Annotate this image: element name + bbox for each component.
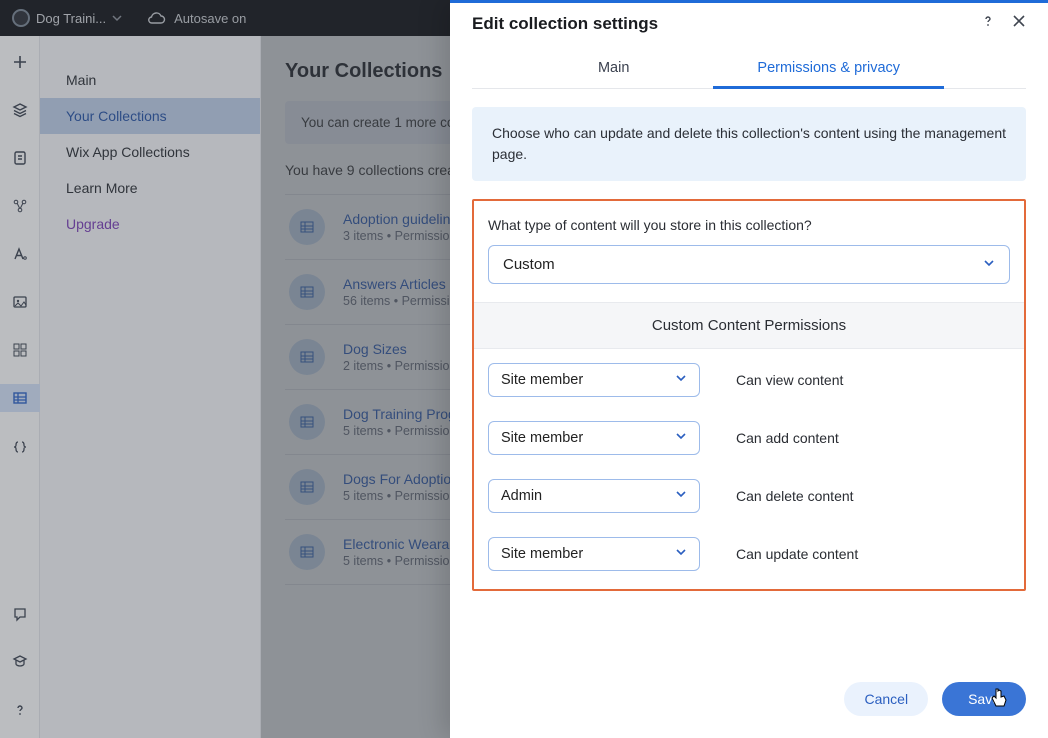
collection-meta: 5 items • Permissions:	[343, 489, 466, 503]
nav-panel: Main Your Collections Wix App Collection…	[40, 36, 261, 738]
perm-update-label: Can update content	[736, 546, 858, 562]
table-icon	[289, 274, 325, 310]
chevron-down-icon	[675, 546, 687, 562]
learn-icon[interactable]	[0, 648, 40, 676]
collection-name: Dogs For Adoption	[343, 471, 466, 487]
perm-view-value: Site member	[501, 372, 583, 388]
collection-meta: 3 items • Permissions:	[343, 229, 466, 243]
table-icon	[289, 339, 325, 375]
nav-item-main[interactable]: Main	[40, 62, 260, 98]
perm-delete-label: Can delete content	[736, 488, 854, 504]
nav-item-upgrade[interactable]: Upgrade	[40, 206, 260, 242]
chat-icon[interactable]	[0, 600, 40, 628]
chevron-down-icon	[983, 256, 995, 273]
tab-permissions[interactable]: Permissions & privacy	[753, 50, 904, 88]
help-icon[interactable]	[0, 696, 40, 724]
autosave-label: Autosave on	[174, 11, 246, 26]
content-type-question: What type of content will you store in t…	[488, 217, 1010, 233]
perm-add-select[interactable]: Site member	[488, 421, 700, 455]
connections-icon[interactable]	[0, 192, 40, 220]
perm-update-select[interactable]: Site member	[488, 537, 700, 571]
modal-title: Edit collection settings	[472, 14, 658, 34]
collection-name: Dog Sizes	[343, 341, 466, 357]
perm-add-value: Site member	[501, 430, 583, 446]
perm-row-delete: Admin Can delete content	[488, 479, 1010, 513]
tab-main[interactable]: Main	[594, 50, 633, 88]
chevron-down-icon[interactable]	[112, 11, 122, 26]
apps-icon[interactable]	[0, 336, 40, 364]
help-icon[interactable]	[980, 13, 996, 34]
save-button[interactable]: Save	[942, 682, 1026, 716]
cloud-icon	[146, 11, 166, 25]
info-box: Choose who can update and delete this co…	[472, 107, 1026, 181]
plus-icon[interactable]	[0, 48, 40, 76]
perm-view-label: Can view content	[736, 372, 843, 388]
modal-tabs: Main Permissions & privacy	[472, 50, 1026, 89]
nav-item-wix-app-collections[interactable]: Wix App Collections	[40, 134, 260, 170]
permissions-section-title: Custom Content Permissions	[474, 302, 1024, 349]
autosave-status: Autosave on	[146, 11, 246, 26]
collection-meta: 2 items • Permissions:	[343, 359, 466, 373]
chevron-down-icon	[675, 430, 687, 446]
perm-row-view: Site member Can view content	[488, 363, 1010, 397]
image-icon[interactable]	[0, 288, 40, 316]
collection-name: Adoption guidelines	[343, 211, 466, 227]
text-icon[interactable]	[0, 240, 40, 268]
layers-icon[interactable]	[0, 96, 40, 124]
perm-view-select[interactable]: Site member	[488, 363, 700, 397]
edit-collection-modal: Edit collection settings Main Permission…	[450, 0, 1048, 738]
cancel-button[interactable]: Cancel	[844, 682, 928, 716]
table-icon	[289, 404, 325, 440]
site-title[interactable]: Dog Traini...	[36, 11, 106, 26]
perm-delete-select[interactable]: Admin	[488, 479, 700, 513]
permissions-highlight: What type of content will you store in t…	[472, 199, 1026, 591]
database-icon[interactable]	[0, 384, 40, 412]
left-rail	[0, 36, 40, 738]
perm-row-add: Site member Can add content	[488, 421, 1010, 455]
nav-item-your-collections[interactable]: Your Collections	[40, 98, 260, 134]
perm-row-update: Site member Can update content	[488, 537, 1010, 571]
chevron-down-icon	[675, 488, 687, 504]
table-icon	[289, 534, 325, 570]
code-icon[interactable]	[0, 432, 40, 460]
perm-add-label: Can add content	[736, 430, 839, 446]
pages-icon[interactable]	[0, 144, 40, 172]
content-type-select[interactable]: Custom	[488, 245, 1010, 284]
logo-icon	[12, 9, 30, 27]
table-icon	[289, 469, 325, 505]
chevron-down-icon	[675, 372, 687, 388]
nav-item-learn-more[interactable]: Learn More	[40, 170, 260, 206]
table-icon	[289, 209, 325, 245]
close-icon[interactable]	[1012, 14, 1026, 33]
perm-delete-value: Admin	[501, 488, 542, 504]
perm-update-value: Site member	[501, 546, 583, 562]
content-type-value: Custom	[503, 256, 555, 273]
